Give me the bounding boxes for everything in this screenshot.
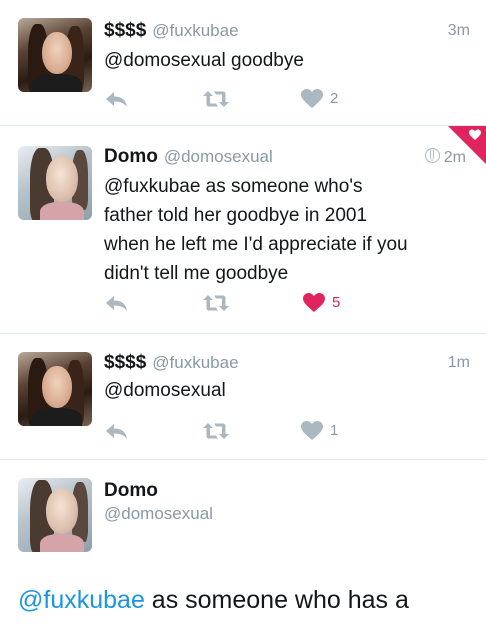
like-count: 5 [332, 294, 341, 311]
retweet-icon[interactable] [202, 420, 230, 442]
like-count: 2 [330, 90, 339, 107]
tweet-text: @domosexual goodbye [104, 50, 304, 71]
tweet-2[interactable]: Domo @domosexual 2m @fuxkubae as someone … [0, 126, 486, 334]
display-name[interactable]: Domo [104, 480, 158, 502]
reply-icon[interactable] [104, 88, 130, 110]
user-handle[interactable]: @fuxkubae [152, 21, 238, 40]
tweet-text-line: didn't tell me goodbye [104, 263, 289, 284]
tweet-1[interactable]: $$$$ @fuxkubae 3m @domosexual goodbye 2 [0, 0, 486, 126]
globe-icon [424, 148, 440, 163]
mention-link[interactable]: @fuxkubae [18, 586, 145, 614]
heart-icon [469, 129, 481, 140]
reply-icon[interactable] [104, 292, 130, 314]
avatar[interactable] [18, 478, 92, 552]
tweet-actions: 2 [104, 88, 404, 110]
retweet-icon[interactable] [202, 292, 230, 314]
avatar[interactable] [18, 146, 92, 220]
tweet-text: @domosexual [104, 380, 226, 401]
tweet-detail-text: @fuxkubae as someone who has a [18, 586, 409, 615]
tweet-timestamp[interactable]: 3m [448, 22, 470, 40]
heart-icon[interactable] [300, 420, 324, 442]
tweet-timestamp[interactable]: 2m [424, 148, 466, 167]
user-handle[interactable]: @domosexual [104, 504, 213, 524]
time-text: 2m [443, 149, 466, 166]
tweet-timestamp[interactable]: 1m [448, 354, 470, 372]
tweet-text-line: @fuxkubae as someone who's [104, 176, 363, 197]
tweet-actions: 1 [104, 420, 404, 442]
heart-icon[interactable] [302, 292, 326, 314]
display-name[interactable]: $$$$ [104, 352, 146, 373]
reply-icon[interactable] [104, 420, 130, 442]
tweet-text-line: when he left me I'd appreciate if you [104, 234, 408, 255]
user-handle[interactable]: @fuxkubae [152, 353, 238, 372]
heart-icon[interactable] [300, 88, 324, 110]
tweet-text-line: father told her goodbye in 2001 [104, 205, 368, 226]
avatar[interactable] [18, 352, 92, 426]
tweet-header: $$$$ @fuxkubae [104, 352, 239, 374]
detail-text: as someone who has a [144, 586, 409, 614]
tweet-text: @fuxkubae as someone who's father told h… [104, 172, 474, 288]
retweet-icon[interactable] [202, 88, 230, 110]
tweet-actions: 5 [104, 292, 404, 314]
display-name[interactable]: Domo [104, 146, 158, 167]
tweet-3[interactable]: $$$$ @fuxkubae 1m @domosexual 1 [0, 334, 486, 460]
tweet-header: $$$$ @fuxkubae [104, 20, 239, 42]
display-name[interactable]: $$$$ [104, 20, 146, 41]
avatar[interactable] [18, 18, 92, 92]
like-count: 1 [330, 422, 339, 439]
tweet-header: Domo @domosexual [104, 146, 273, 168]
user-handle[interactable]: @domosexual [164, 147, 273, 166]
